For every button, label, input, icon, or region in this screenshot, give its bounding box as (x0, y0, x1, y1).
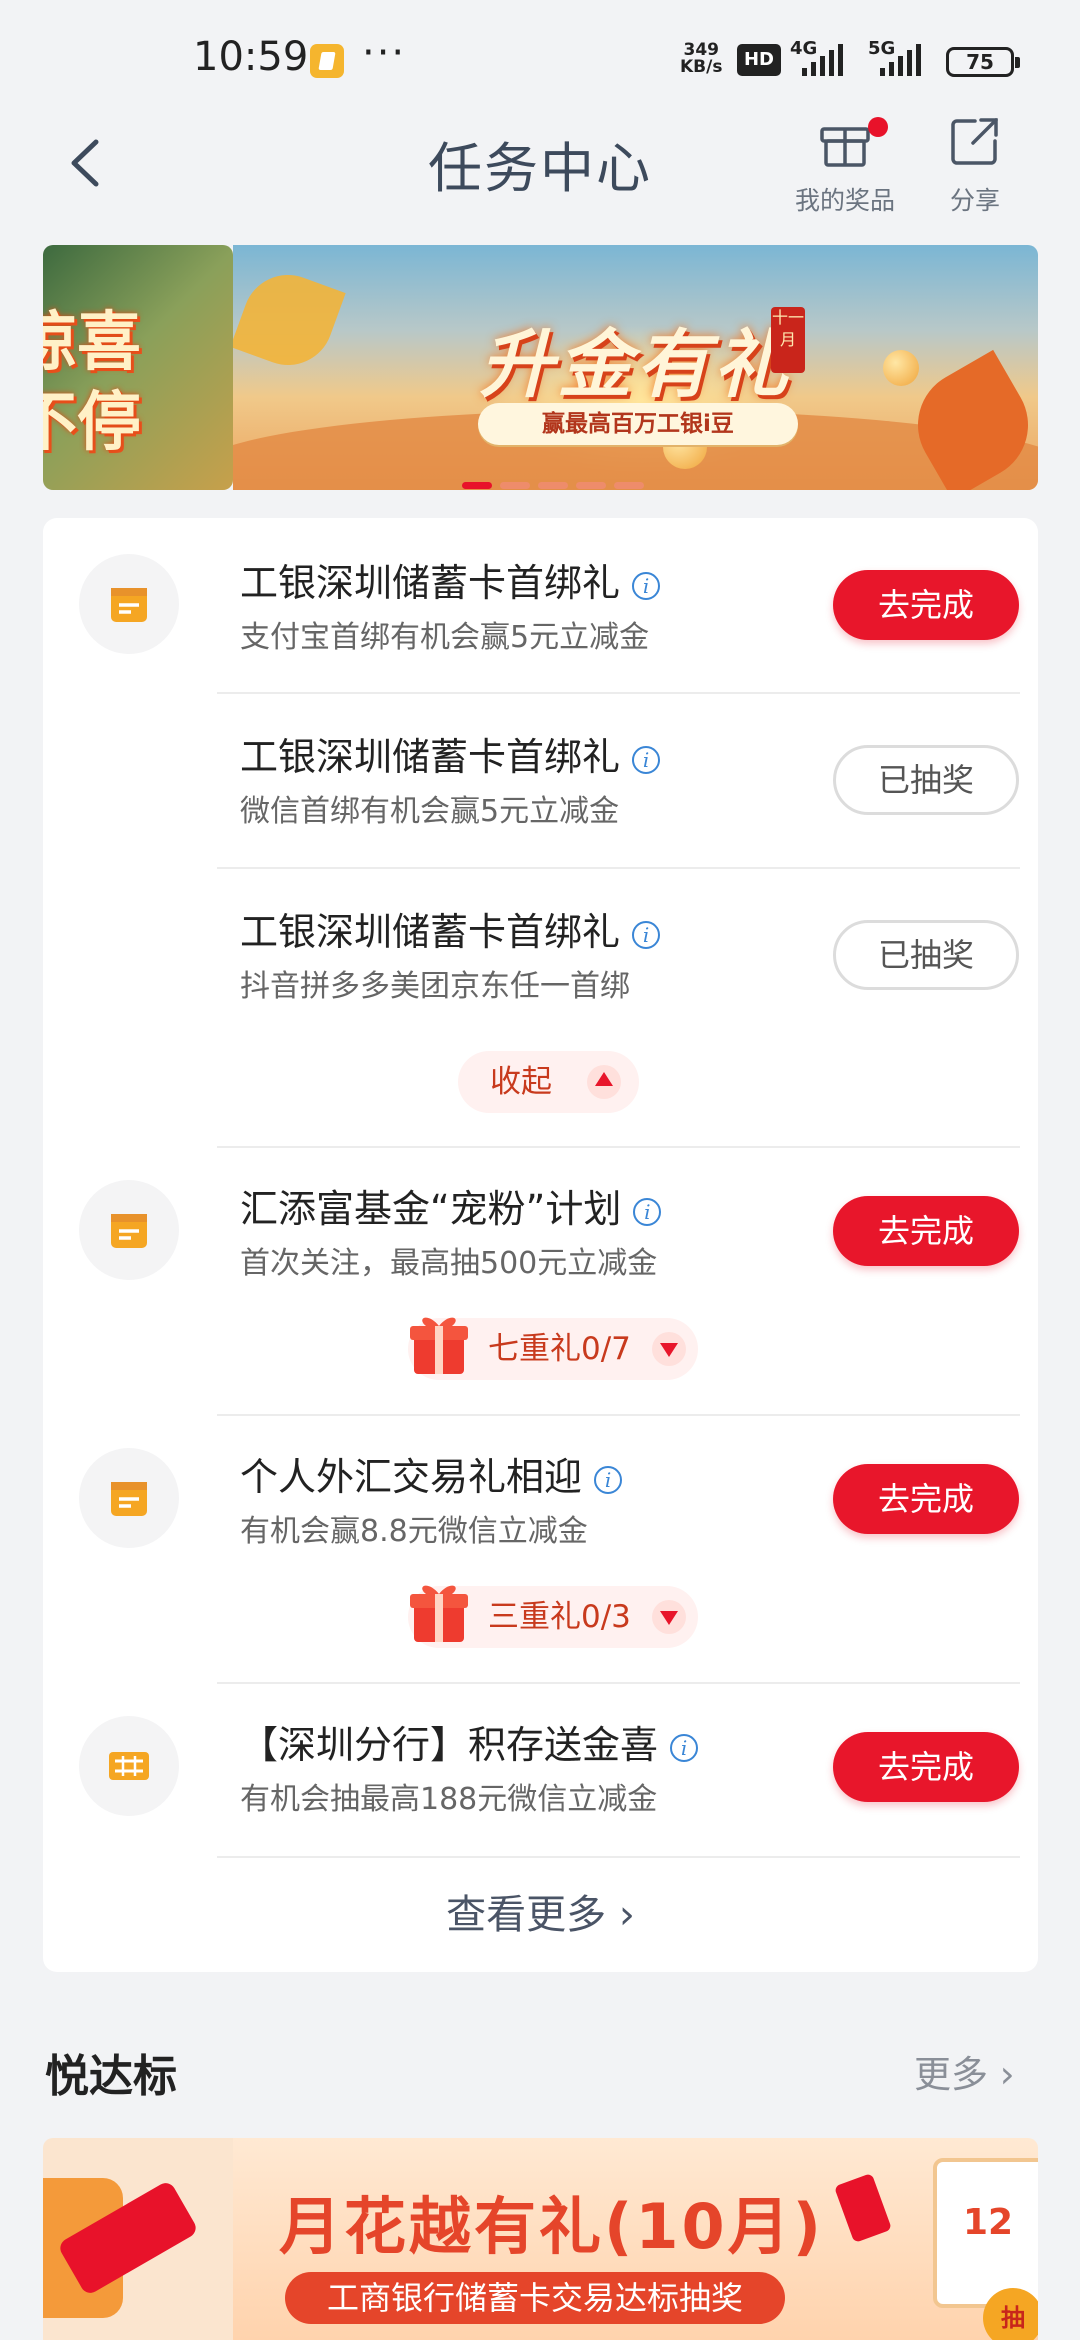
task-subtitle: 支付宝首绑有机会赢5元立减金 (240, 620, 650, 655)
reward-progress-pill[interactable]: 三重礼0/3 (408, 1585, 698, 1648)
task-subtitle: 有机会赢8.8元微信立减金 (240, 1514, 588, 1549)
header: 任务中心 我的奖品 分享 (0, 110, 1080, 220)
section-title: 悦达标 (45, 2051, 177, 2102)
see-more-link[interactable]: 查看更多 › (43, 1882, 1038, 1940)
task-list-card: 工银深圳储蓄卡首绑礼 i 支付宝首绑有机会赢5元立减金 去完成 工银深圳储蓄卡首绑… (43, 518, 1038, 1972)
calendar-icon (79, 1448, 179, 1548)
calendar-icon (79, 1180, 179, 1280)
share-label: 分享 (949, 186, 1000, 215)
my-prizes-button[interactable]: 我的奖品 (780, 113, 910, 217)
banner-title: 升金有礼 (479, 322, 792, 408)
my-prizes-label: 我的奖品 (794, 186, 895, 215)
banner-left-text-1: 惊喜 (43, 306, 141, 380)
drawn-status-button[interactable]: 已抽奖 (833, 920, 1019, 990)
drawn-status-button[interactable]: 已抽奖 (833, 745, 1019, 815)
arrow-down-icon (652, 1332, 686, 1366)
divider (217, 1856, 1020, 1858)
info-icon[interactable]: i (670, 1734, 699, 1762)
info-icon[interactable]: i (594, 1466, 623, 1494)
divider (217, 692, 1020, 694)
campaign-subtitle: 工商银行储蓄卡交易达标抽奖 (285, 2272, 785, 2324)
status-bar: 10:59 ··· 349 KB/s HD 4G 5G 75 (0, 0, 1080, 120)
battery-icon: 75 (946, 47, 1020, 77)
gift-box-icon (410, 1317, 468, 1374)
arrow-down-icon (652, 1600, 686, 1634)
task-title: 工银深圳储蓄卡首绑礼 i (240, 901, 661, 956)
info-icon[interactable]: i (632, 921, 661, 949)
section-more-link[interactable]: 更多 › (914, 2044, 1015, 2098)
carousel-indicator (462, 482, 644, 489)
savings-bar-icon (79, 1716, 179, 1816)
banner-badge: 十一月 (771, 307, 805, 373)
task-subtitle: 微信首绑有机会赢5元立减金 (240, 794, 620, 829)
notification-dot (868, 117, 888, 137)
task-subtitle: 有机会抽最高188元微信立减金 (240, 1782, 658, 1817)
task-subtitle: 首次关注，最高抽500元立减金 (240, 1246, 658, 1281)
signal-bars-icon (880, 44, 921, 76)
carousel-dot (462, 482, 492, 489)
carousel-dot (614, 482, 644, 489)
gift-icon (820, 127, 870, 167)
complete-task-button[interactable]: 去完成 (833, 1464, 1019, 1534)
carousel-dot (538, 482, 568, 489)
calendar-icon (79, 554, 179, 654)
divider (217, 1414, 1020, 1416)
campaign-title: 月花越有礼(10月) (279, 2190, 824, 2263)
divider (217, 1146, 1020, 1148)
divider (217, 867, 1020, 869)
complete-task-button[interactable]: 去完成 (833, 570, 1019, 640)
draw-coin-icon: 抽 (983, 2288, 1038, 2340)
task-subtitle: 抖音拼多多美团京东任一首绑 (240, 969, 630, 1004)
task-title: 汇添富基金“宠粉”计划 i (240, 1178, 662, 1233)
banner-previous[interactable] (43, 2138, 233, 2340)
banner-subtitle: 赢最高百万工银i豆 (478, 403, 798, 445)
share-icon (951, 118, 998, 165)
reward-progress-pill[interactable]: 七重礼0/7 (408, 1317, 698, 1380)
network-speed: 349 KB/s (680, 40, 723, 77)
status-time: 10:59 (193, 34, 309, 80)
task-title: 【深圳分行】积存送金喜 i (240, 1714, 699, 1769)
task-title: 个人外汇交易礼相迎 i (240, 1446, 623, 1501)
carousel-dot (500, 482, 530, 489)
more-notifications-icon: ··· (362, 30, 407, 76)
hd-voice-icon: HD (737, 44, 781, 76)
red-envelope-icon (833, 2172, 893, 2244)
notes-app-icon (310, 44, 344, 78)
calendar-icon: 12 (933, 2158, 1038, 2308)
carousel-dot (576, 482, 606, 489)
signal-bars-icon (802, 44, 843, 76)
info-icon[interactable]: i (633, 1198, 662, 1226)
collapse-button[interactable]: 收起 (458, 1051, 639, 1113)
arrow-up-icon (587, 1065, 621, 1099)
chevron-right-icon: › (999, 2053, 1015, 2096)
banner-previous[interactable]: 惊喜 不停 (43, 245, 233, 490)
divider (217, 1682, 1020, 1684)
task-title: 工银深圳储蓄卡首绑礼 i (240, 726, 661, 781)
task-title: 工银深圳储蓄卡首绑礼 i (240, 552, 661, 607)
info-icon[interactable]: i (632, 572, 661, 600)
promo-banner[interactable]: 升金有礼 十一月 赢最高百万工银i豆 (233, 245, 1038, 490)
complete-task-button[interactable]: 去完成 (833, 1732, 1019, 1802)
banner-left-text-2: 不停 (43, 386, 141, 460)
complete-task-button[interactable]: 去完成 (833, 1196, 1019, 1266)
info-icon[interactable]: i (632, 746, 661, 774)
campaign-banner[interactable]: 月花越有礼(10月) 工商银行储蓄卡交易达标抽奖 12 抽 (233, 2138, 1038, 2340)
chevron-right-icon: › (618, 1892, 635, 1938)
share-button[interactable]: 分享 (910, 113, 1040, 217)
gift-box-icon (410, 1585, 468, 1642)
